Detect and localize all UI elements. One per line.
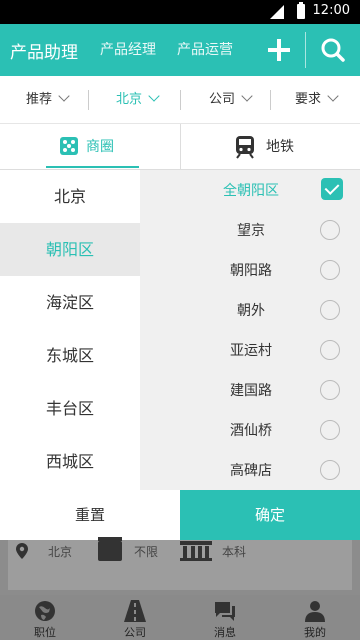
- filter-label: 要求: [295, 92, 322, 107]
- app-bar-divider: [305, 32, 306, 68]
- district-item-chaoyang[interactable]: 朝阳区: [0, 223, 140, 276]
- chevron-down-icon: [241, 90, 253, 102]
- area-item[interactable]: 朝外: [140, 290, 360, 330]
- radio-button[interactable]: [320, 340, 340, 360]
- tab-label: 我的: [304, 626, 326, 639]
- add-button[interactable]: [260, 30, 300, 70]
- filter-city[interactable]: 北京: [116, 76, 160, 124]
- filter-divider: [88, 90, 89, 110]
- tab-label: 公司: [124, 626, 146, 639]
- person-icon: [305, 601, 325, 622]
- radio-button[interactable]: [320, 220, 340, 240]
- filter-bar: 推荐 北京 公司 要求: [0, 76, 360, 124]
- district-item-dongcheng[interactable]: 东城区: [0, 329, 140, 382]
- action-bar: 重置 确定: [0, 490, 360, 540]
- dice-icon: [60, 137, 78, 155]
- road-icon: [124, 600, 146, 622]
- confirm-button[interactable]: 确定: [180, 490, 360, 540]
- area-item[interactable]: 酒仙桥: [140, 410, 360, 450]
- tab-label: 地铁: [266, 139, 294, 155]
- education-building-icon: [180, 541, 212, 561]
- job-location: 北京: [48, 545, 73, 559]
- district-item-haidian[interactable]: 海淀区: [0, 276, 140, 329]
- status-time: 12:00: [312, 3, 350, 18]
- filter-label: 推荐: [26, 92, 53, 107]
- area-item[interactable]: 建国路: [140, 370, 360, 410]
- area-item[interactable]: 朝阳路: [140, 250, 360, 290]
- calendar-icon: [98, 537, 122, 561]
- area-item[interactable]: 望京: [140, 210, 360, 250]
- filter-requirement[interactable]: 要求: [295, 76, 339, 124]
- job-education: 本科: [222, 545, 247, 559]
- district-list: 北京 朝阳区 海淀区 东城区 丰台区 西城区: [0, 170, 140, 490]
- radio-button[interactable]: [320, 300, 340, 320]
- tab-label: 职位: [34, 626, 56, 639]
- radio-button[interactable]: [320, 260, 340, 280]
- area-item-all[interactable]: 全朝阳区: [140, 170, 360, 210]
- tab-label: 商圈: [86, 139, 114, 155]
- radio-button[interactable]: [320, 380, 340, 400]
- reset-button[interactable]: 重置: [0, 490, 180, 540]
- search-icon: [321, 38, 345, 62]
- tab-product-manager[interactable]: 产品经理: [100, 39, 156, 59]
- district-item-fengtai[interactable]: 丰台区: [0, 382, 140, 435]
- active-tab-indicator: [46, 166, 139, 168]
- filter-company[interactable]: 公司: [209, 76, 253, 124]
- chevron-down-icon: [327, 90, 339, 102]
- radio-button[interactable]: [320, 420, 340, 440]
- metro-train-icon: [236, 136, 254, 159]
- filter-divider: [270, 90, 271, 110]
- filter-label: 北京: [116, 92, 143, 107]
- chevron-down-icon: [58, 90, 70, 102]
- location-type-tabs: 商圈 地铁: [0, 124, 360, 170]
- signal-icon: [270, 5, 284, 19]
- job-experience: 不限: [134, 545, 159, 559]
- globe-icon: [35, 601, 55, 621]
- filter-label: 公司: [209, 92, 236, 107]
- checkbox-checked[interactable]: [321, 178, 343, 200]
- area-item[interactable]: 亚运村: [140, 330, 360, 370]
- district-item-xicheng[interactable]: 西城区: [0, 435, 140, 488]
- bottom-tab-jobs[interactable]: 职位: [0, 595, 90, 640]
- bottom-tab-profile[interactable]: 我的: [270, 595, 360, 640]
- filter-divider: [180, 90, 181, 110]
- tab-label: 消息: [214, 626, 236, 639]
- area-item[interactable]: 高碑店: [140, 450, 360, 490]
- search-button[interactable]: [312, 30, 356, 70]
- bottom-tab-bar: 职位 公司 消息 我的: [0, 595, 360, 640]
- area-list: 全朝阳区 望京 朝阳路 朝外 亚运村 建国路 酒仙桥 高碑店: [140, 170, 360, 490]
- tab-product-operations[interactable]: 产品运营: [177, 39, 233, 59]
- radio-button[interactable]: [320, 460, 340, 480]
- location-pin-icon: [16, 543, 28, 559]
- battery-icon: [297, 2, 305, 19]
- chat-icon: [215, 602, 235, 621]
- bottom-tab-messages[interactable]: 消息: [180, 595, 270, 640]
- tab-product-assistant[interactable]: 产品助理: [10, 38, 78, 63]
- app-bar: 产品助理 产品经理 产品运营: [0, 24, 360, 76]
- chevron-down-icon: [148, 90, 160, 102]
- bottom-tab-company[interactable]: 公司: [90, 595, 180, 640]
- status-bar: 12:00: [0, 0, 360, 24]
- district-item-beijing[interactable]: 北京: [0, 170, 140, 223]
- tab-business-area[interactable]: 商圈: [0, 124, 180, 170]
- filter-recommend[interactable]: 推荐: [26, 76, 70, 124]
- tab-metro[interactable]: 地铁: [181, 124, 360, 170]
